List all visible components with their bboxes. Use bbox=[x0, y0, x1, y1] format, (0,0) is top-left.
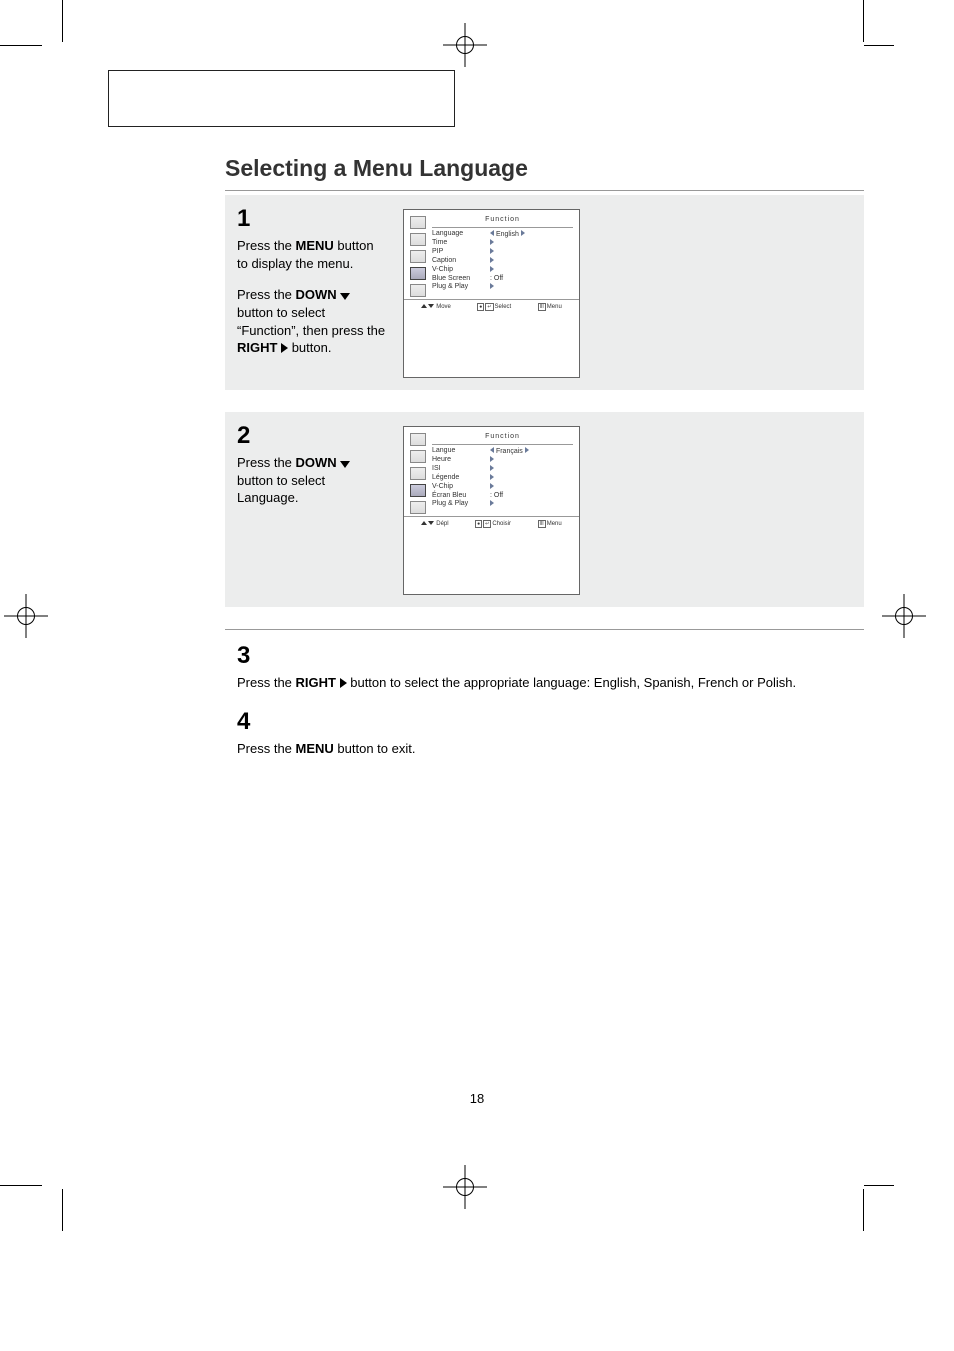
step-1-text-b: Press the DOWN button to select “Functio… bbox=[237, 286, 387, 356]
step-1-panel: 1 Press the MENU button to display the m… bbox=[225, 195, 864, 390]
step-4: 4 Press the MENU button to exit. bbox=[237, 706, 864, 758]
step-number: 2 bbox=[237, 420, 387, 452]
right-arrow-icon bbox=[340, 678, 347, 688]
osd-tab-icon bbox=[410, 233, 426, 246]
osd-screenshot-2: Function Langue Français HeureISILégende… bbox=[403, 426, 580, 595]
osd-tab-icon-selected bbox=[410, 484, 426, 497]
osd-tab-icon bbox=[410, 433, 426, 446]
step-number: 4 bbox=[237, 706, 864, 738]
osd-screenshot-1: Function Language English TimePIPCaption… bbox=[403, 209, 580, 378]
osd-tab-icon bbox=[410, 250, 426, 263]
osd-tab-icon bbox=[410, 284, 426, 297]
page-title: Selecting a Menu Language bbox=[225, 155, 864, 182]
step-2-text: Press the DOWN button to select Language… bbox=[237, 454, 387, 507]
osd-tab-icon-selected bbox=[410, 267, 426, 280]
down-arrow-icon bbox=[340, 461, 350, 468]
osd-list: Language English TimePIPCaptionV-ChipBlu… bbox=[432, 230, 573, 291]
page-number: 18 bbox=[0, 1091, 954, 1106]
step-number: 1 bbox=[237, 203, 387, 235]
osd-tab-icon bbox=[410, 216, 426, 229]
step-number: 3 bbox=[237, 640, 864, 672]
header-box bbox=[108, 70, 455, 127]
osd-title: Function bbox=[432, 216, 573, 228]
osd-tab-icon bbox=[410, 450, 426, 463]
osd-list: Langue Français HeureISILégendeV-ChipÉcr… bbox=[432, 447, 573, 508]
step-1-text-a: Press the MENU button to display the men… bbox=[237, 237, 387, 272]
osd-tab-icon bbox=[410, 467, 426, 480]
osd-title: Function bbox=[432, 433, 573, 445]
down-arrow-icon bbox=[340, 293, 350, 300]
step-3: 3 Press the RIGHT button to select the a… bbox=[237, 640, 864, 692]
osd-tab-icon bbox=[410, 501, 426, 514]
step-2-panel: 2 Press the DOWN button to select Langua… bbox=[225, 412, 864, 607]
right-arrow-icon bbox=[281, 343, 288, 353]
